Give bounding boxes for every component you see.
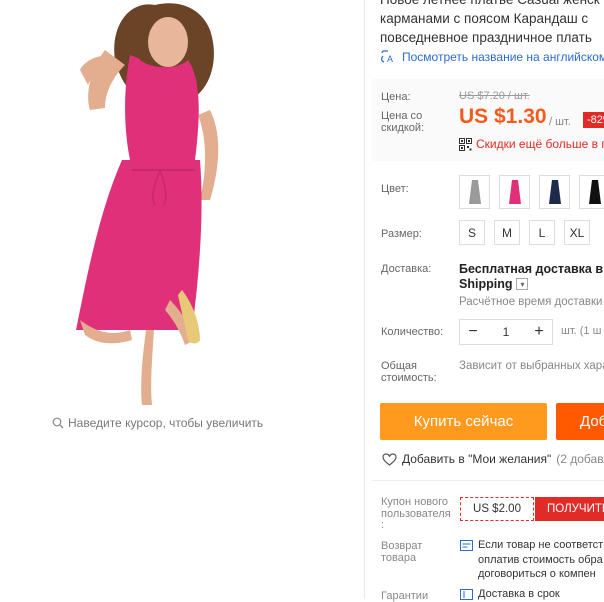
dress-thumb-icon	[508, 180, 521, 204]
guarantee-text: Доставка в срок	[478, 588, 560, 600]
zoom-hint-text: Наведите курсор, чтобы увеличить	[68, 416, 264, 430]
quantity-decrease-button[interactable]: −	[460, 323, 486, 341]
add-to-wishlist[interactable]: Добавить в "Мои желания" (2 добавл	[382, 452, 604, 466]
coupon-amount: US $2.00	[460, 497, 534, 521]
shipping-label: Доставка:	[381, 263, 432, 275]
color-options	[459, 175, 604, 209]
product-gallery: Наведите курсор, чтобы увеличить	[0, 0, 364, 599]
returns-label-1: Возврат	[381, 540, 423, 552]
delivery-guarantee-icon	[460, 589, 473, 600]
color-option-black[interactable]	[579, 175, 604, 209]
title-line: карманами с поясом Карандаш с	[380, 11, 589, 26]
color-option-pink[interactable]	[499, 175, 530, 209]
quantity-stepper: − 1 +	[459, 319, 553, 345]
wishlist-text[interactable]: Добавить в "Мои желания"	[402, 452, 551, 466]
magnifier-icon	[52, 417, 64, 429]
color-label: Цвет:	[381, 183, 409, 195]
translate-link-text[interactable]: Посмотреть название на английском	[402, 50, 604, 64]
heart-icon	[382, 452, 397, 466]
original-price: US $7.20 / шт.	[459, 90, 530, 102]
returns-policy-text: Если товар не соответст оплатив стоимост…	[478, 538, 603, 582]
shipping-method-name[interactable]: Shipping	[459, 277, 512, 291]
size-option-l[interactable]: L	[529, 220, 555, 245]
quantity-unit: шт. (1 ш	[561, 325, 602, 337]
qr-code-icon	[459, 137, 472, 151]
coupon-label-3: :	[381, 519, 385, 531]
quantity-input[interactable]: 1	[486, 325, 526, 339]
discount-price-label-1: Цена со	[381, 110, 423, 122]
chevron-down-icon[interactable]: ▾	[516, 278, 529, 290]
buy-now-button[interactable]: Купить сейчас	[380, 403, 547, 440]
add-to-cart-button[interactable]: Доб	[556, 403, 604, 440]
total-label-1: Общая	[381, 360, 417, 372]
product-photo[interactable]	[60, 0, 260, 410]
zoom-hint: Наведите курсор, чтобы увеличить	[52, 416, 263, 430]
get-coupon-button[interactable]: ПОЛУЧИТЬ	[535, 497, 604, 521]
column-divider	[364, 0, 365, 599]
returns-line: оплатив стоимость обра	[478, 553, 603, 566]
color-option-gray[interactable]	[459, 175, 490, 209]
discount-price: US $1.30	[459, 105, 547, 128]
svg-text:A: A	[387, 54, 393, 64]
price-label: Цена:	[381, 91, 411, 103]
dress-thumb-icon	[548, 180, 561, 204]
dress-thumb-icon	[468, 180, 481, 204]
product-title: Новое летнее платье Casual женск кармана…	[380, 0, 604, 47]
coupon-label-2: пользователя	[381, 508, 451, 520]
total-value: Зависит от выбранных хара	[459, 360, 604, 372]
section-divider	[372, 480, 604, 481]
size-option-xl[interactable]: XL	[564, 220, 590, 245]
quantity-increase-button[interactable]: +	[526, 323, 552, 341]
discount-badge: -82%	[583, 112, 604, 128]
returns-line: Если товар не соответст	[478, 539, 604, 551]
translate-icon: A	[381, 50, 393, 64]
guarantee-label: Гарантии	[381, 590, 429, 602]
title-line: повседневное праздничное плать	[380, 30, 592, 45]
size-label: Размер:	[381, 228, 422, 240]
shipping-method: Бесплатная доставка в Ru	[459, 262, 604, 276]
size-options: S M L XL	[459, 220, 590, 245]
returns-label-2: товара	[381, 552, 417, 564]
size-option-s[interactable]: S	[459, 220, 485, 245]
delivery-estimate: Расчётное время доставки	[459, 296, 603, 308]
coupon-label-1: Купон нового	[381, 496, 449, 508]
return-icon	[460, 540, 473, 551]
price-unit: / шт.	[549, 116, 571, 128]
shipping-method-dropdown[interactable]: Shipping ▾	[459, 277, 529, 291]
total-label-2: стоимость:	[381, 372, 437, 384]
color-option-navy[interactable]	[539, 175, 570, 209]
title-line: Новое летнее платье Casual женск	[380, 0, 604, 9]
quantity-label: Количество:	[381, 326, 444, 338]
size-option-m[interactable]: M	[494, 220, 520, 245]
dress-thumb-icon	[588, 180, 601, 204]
wishlist-count: (2 добавл	[556, 452, 604, 466]
translate-link[interactable]: A Посмотреть название на английском	[380, 50, 604, 64]
app-promo-text[interactable]: Скидки ещё больше в пр	[476, 137, 604, 151]
app-promo[interactable]: Скидки ещё больше в пр	[459, 137, 604, 151]
discount-price-label-2: скидкой:	[381, 122, 425, 134]
returns-line: договориться о компен	[478, 568, 596, 580]
